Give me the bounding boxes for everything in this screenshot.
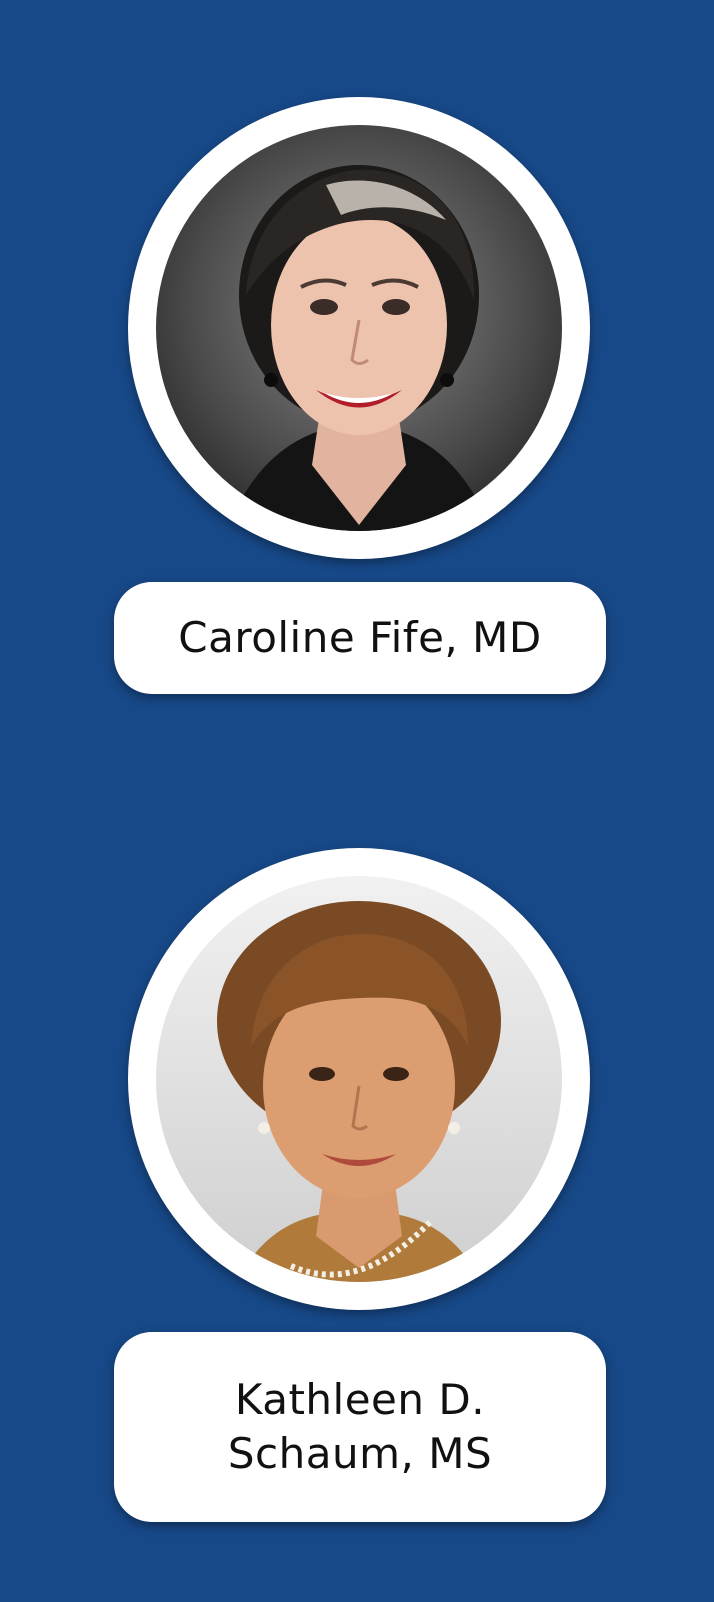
name-card: Kathleen D. Schaum, MS (114, 1332, 606, 1522)
profile-photo-frame (128, 97, 590, 559)
headshot-photo (156, 876, 562, 1282)
headshot-photo (156, 125, 562, 531)
profile-name-line-2: Schaum, MS (227, 1429, 493, 1478)
profile-name-line-1: Kathleen D. (234, 1375, 486, 1424)
profile-photo-frame (128, 848, 590, 1310)
headshot-illustration (156, 876, 562, 1282)
name-card: Caroline Fife, MD (114, 582, 606, 694)
headshot-illustration (156, 125, 562, 531)
profile-name: Caroline Fife, MD (178, 613, 542, 662)
